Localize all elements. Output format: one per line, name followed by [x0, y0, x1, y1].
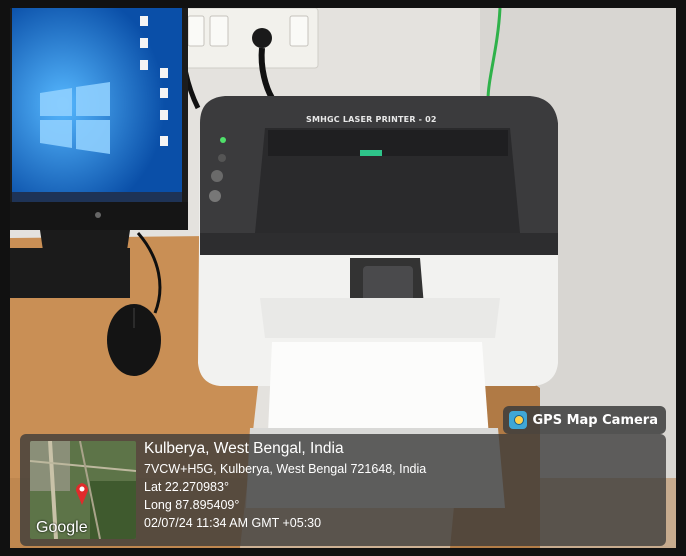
place-title: Kulberya, West Bengal, India: [144, 440, 344, 457]
timestamp-line: 02/07/24 11:34 AM GMT +05:30: [144, 516, 322, 530]
photo: GPS Map Camera Google Kulberya, West Ben…: [10, 8, 676, 548]
photo-frame: GPS Map Camera Google Kulberya, West Ben…: [0, 0, 686, 556]
gps-info-panel: Google Kulberya, West Bengal, India 7VCW…: [20, 434, 666, 546]
location-map-thumbnail: Google: [30, 441, 136, 539]
gps-app-badge-label: GPS Map Camera: [532, 412, 659, 428]
address-line: 7VCW+H5G, Kulberya, West Bengal 721648, …: [144, 462, 427, 476]
gps-camera-icon: [508, 411, 527, 429]
printer-model-label: SMHGC LASER PRINTER - 02: [306, 115, 437, 124]
latitude-line: Lat 22.270983°: [144, 480, 229, 494]
gps-details: Kulberya, West Bengal, India 7VCW+H5G, K…: [144, 440, 426, 534]
map-attribution: Google: [36, 519, 88, 536]
gps-app-badge: GPS Map Camera: [502, 406, 666, 434]
longitude-line: Long 87.895409°: [144, 498, 240, 512]
